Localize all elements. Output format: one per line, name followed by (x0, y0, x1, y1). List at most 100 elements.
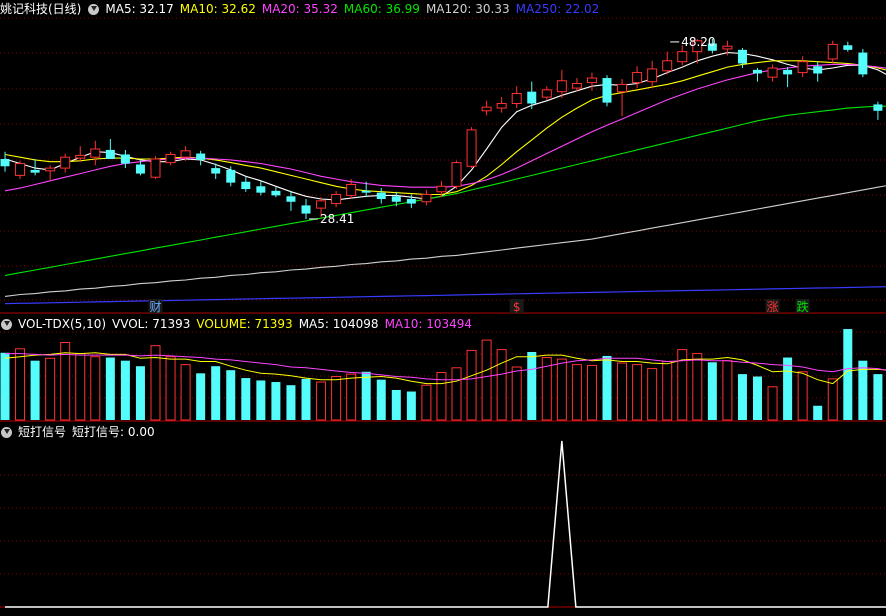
volume-bar-down (753, 377, 762, 421)
candle-body-up (166, 154, 175, 162)
signal-line (5, 441, 886, 607)
candle-body-down (738, 50, 747, 64)
candle-body-down (392, 196, 401, 201)
annotation-label: 28.41 (320, 212, 354, 226)
marker-label: 跌 (797, 299, 809, 314)
candle-body-up (542, 90, 551, 97)
candle (603, 75, 612, 106)
event-marker: 财 (149, 299, 163, 314)
candle-body-up (618, 84, 627, 91)
ma250-line (5, 285, 886, 303)
candle-body-up (317, 201, 326, 208)
volume-bar-up (332, 377, 341, 421)
candle (241, 177, 250, 192)
candle-body-down (527, 92, 536, 104)
candle-body-down (873, 104, 882, 110)
volume-bar-up (557, 359, 566, 420)
volume-bar-up (633, 365, 642, 420)
signal-legend: 短打信号 短打信号: 0.00 (0, 423, 161, 441)
volume-bar-down (256, 380, 265, 420)
price-legend: 姚记科技(日线) MA5: 32.17 MA10: 32.62 MA20: 35… (0, 0, 605, 18)
candle-body-down (302, 205, 311, 213)
candle-body-up (557, 81, 566, 92)
candle (286, 191, 295, 211)
candle (166, 152, 175, 166)
candle (106, 139, 115, 159)
ma120-legend: MA120: 30.33 (426, 0, 510, 18)
candle-body-up (828, 44, 837, 59)
vol-title[interactable]: VOL-TDX(5,10) (18, 315, 106, 333)
candle (16, 161, 25, 179)
volume-bar-down (843, 329, 852, 420)
price-panel: 48.20 28.41 (1, 35, 886, 304)
candle (512, 86, 521, 108)
ma60-legend: MA60: 36.99 (344, 0, 420, 18)
volume-bar-up (91, 357, 100, 420)
volume-bar-up (46, 358, 55, 420)
candle-body-down (783, 70, 792, 75)
candle-body-down (196, 154, 205, 160)
candle (422, 190, 431, 205)
dropdown-circle-icon[interactable] (1, 427, 12, 438)
volume-bar-down (106, 358, 115, 420)
candle-body-up (663, 61, 672, 71)
chart-canvas: 48.2028.41 财$涨跌预 (0, 0, 886, 612)
candle-body-down (256, 186, 265, 192)
volume-value-legend: VOLUME: 71393 (196, 315, 292, 333)
price-annotation: 28.41 (309, 212, 354, 226)
dropdown-circle-icon[interactable] (88, 4, 99, 15)
event-marker: $ (510, 299, 524, 314)
candle (196, 151, 205, 166)
volume-bar-down (708, 362, 717, 420)
candle (587, 73, 596, 91)
volume-bar-up (828, 379, 837, 420)
candle (452, 161, 461, 189)
candle-body-up (151, 159, 160, 177)
candle-body-up (497, 104, 506, 109)
vol-ma5-legend: MA5: 104098 (299, 315, 379, 333)
candle-body-up (452, 163, 461, 187)
volume-panel (1, 329, 886, 420)
candle-body-down (603, 78, 612, 103)
candle (46, 165, 55, 180)
candle-body-down (106, 150, 115, 159)
candle-body-up (572, 83, 581, 88)
volume-bar-down (738, 374, 747, 420)
volume-bar-down (271, 382, 280, 420)
candle-body-down (407, 199, 416, 204)
candle-body-up (648, 69, 657, 82)
signal-title[interactable]: 短打信号 (18, 423, 66, 441)
grid-lines (0, 18, 886, 607)
volume-legend: VOL-TDX(5,10) VVOL: 71393 VOLUME: 71393 … (0, 315, 478, 333)
ma10-legend: MA10: 32.62 (180, 0, 256, 18)
candle-body-up (46, 168, 55, 171)
marker-label: 涨 (767, 299, 779, 314)
candle (76, 146, 85, 161)
volume-bar-up (317, 382, 326, 420)
volume-bar-up (648, 369, 657, 420)
signal-panel (5, 441, 886, 607)
ma250-legend: MA250: 22.02 (516, 0, 600, 18)
volume-bar-down (603, 356, 612, 420)
candle (753, 68, 762, 82)
candle-body-down (136, 164, 145, 173)
volume-bar-up (181, 365, 190, 420)
stock-title[interactable]: 姚记科技(日线) (0, 0, 81, 18)
candle-body-down (813, 66, 822, 73)
marker-label: 财 (149, 300, 161, 314)
candle (136, 161, 145, 176)
volume-bar-down (362, 372, 371, 420)
candle (633, 66, 642, 88)
volume-bar-down (392, 390, 401, 420)
candle (542, 86, 551, 100)
volume-bar-down (302, 379, 311, 420)
price-annotation: 48.20 (670, 35, 715, 49)
candle-body-down (271, 191, 280, 196)
candle-body-down (377, 193, 386, 199)
candle-body-up (332, 194, 341, 203)
volume-bar-down (196, 373, 205, 420)
candle-body-up (467, 130, 476, 166)
candle-body-up (437, 186, 446, 191)
candle-body-up (798, 62, 807, 73)
dropdown-circle-icon[interactable] (1, 319, 12, 330)
